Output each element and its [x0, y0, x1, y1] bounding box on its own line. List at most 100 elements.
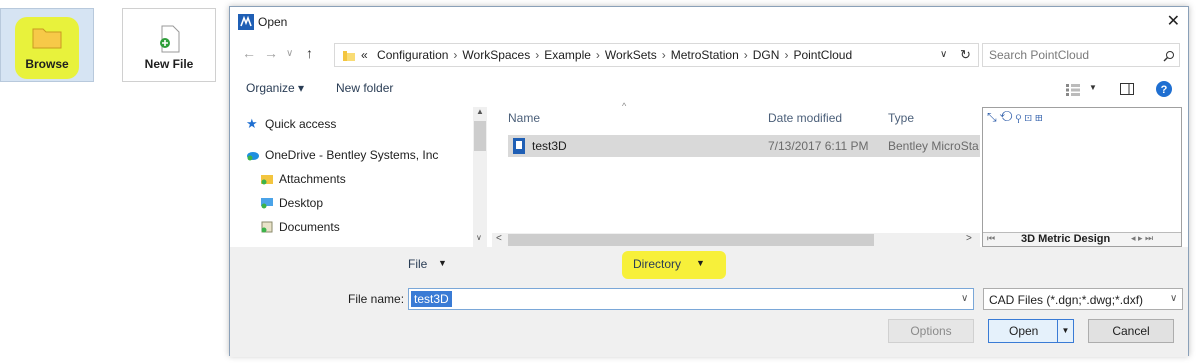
table-row[interactable]: test3D 7/13/2017 6:11 PM Bentley MicroSt…	[508, 135, 980, 157]
refresh-icon[interactable]: ↻	[960, 47, 971, 63]
search-icon[interactable]	[1163, 50, 1175, 62]
file-date: 7/13/2017 6:11 PM	[768, 139, 869, 153]
cancel-button[interactable]: Cancel	[1088, 319, 1174, 343]
column-header-type[interactable]: Type	[888, 111, 914, 125]
directory-menu-dropdown-icon[interactable]: ▼	[696, 258, 705, 268]
breadcrumb-metrostation[interactable]: MetroStation	[671, 48, 739, 62]
chevron-right-icon[interactable]: ›	[662, 48, 666, 62]
folder-icon	[261, 175, 273, 185]
desktop-icon	[261, 198, 273, 209]
breadcrumb-worksets[interactable]: WorkSets	[605, 48, 657, 62]
tab-nav-icons[interactable]: ◂ ▸ ⏭	[1131, 233, 1153, 244]
open-dialog: Open ✕ ← → ∨ ↑ « Configuration › WorkSpace…	[229, 6, 1189, 357]
chevron-right-icon[interactable]: ›	[596, 48, 600, 62]
new-folder-button[interactable]: New folder	[336, 81, 393, 95]
filename-dropdown-icon[interactable]: ∨	[961, 293, 968, 304]
scroll-up-icon[interactable]: ▲	[476, 107, 484, 116]
file-menu-dropdown-icon[interactable]: ▼	[438, 258, 447, 268]
sort-indicator-icon: ^	[622, 101, 627, 111]
chevron-right-icon[interactable]: ›	[535, 48, 539, 62]
nav-item-documents[interactable]: Documents	[260, 217, 340, 237]
breadcrumb-workspaces[interactable]: WorkSpaces	[462, 48, 530, 62]
options-button[interactable]: Options	[888, 319, 974, 343]
back-icon[interactable]: ←	[242, 45, 256, 61]
file-type: Bentley MicroSta	[888, 139, 979, 153]
microstation-icon	[238, 14, 254, 30]
directory-menu[interactable]: Directory	[633, 257, 681, 271]
options-label: Options	[910, 324, 952, 338]
new-file-icon	[160, 25, 180, 53]
file-list-scrollbar[interactable]: < >	[492, 233, 980, 247]
up-icon[interactable]: ↑	[306, 45, 313, 61]
nav-scrollbar[interactable]: ▲ ∨	[473, 107, 487, 247]
breadcrumb-pointcloud[interactable]: PointCloud	[793, 48, 852, 62]
recent-chevron-icon[interactable]: ∨	[286, 48, 293, 59]
filename-value: test3D	[411, 291, 452, 307]
first-tab-icon[interactable]: ⏮	[987, 233, 995, 244]
breadcrumb: « Configuration › WorkSpaces › Example › WorkS…	[361, 48, 852, 62]
breadcrumb-configuration[interactable]: Configuration	[377, 48, 448, 62]
open-label: Open	[1009, 324, 1039, 338]
scrollbar-thumb[interactable]	[508, 234, 874, 246]
scroll-down-icon[interactable]: ∨	[476, 233, 482, 242]
column-header-name[interactable]: Name	[508, 111, 540, 125]
open-dropdown-icon[interactable]: ▼	[1057, 320, 1073, 342]
star-icon: ★	[246, 116, 258, 131]
nav-item-label: Desktop	[279, 196, 324, 210]
toolbar: Organize ▾ New folder ▼ ?	[230, 77, 1188, 101]
title-bar: Open ✕	[230, 7, 1188, 37]
file-menu[interactable]: File	[408, 257, 427, 271]
bottom-panel: File ▼ Directory ▼ File name: test3D ∨ C…	[230, 247, 1188, 357]
open-button[interactable]: Open ▼	[988, 319, 1074, 343]
preview-toolbar-icons[interactable]: ⤡⟲⚲⊡⊞	[987, 110, 1046, 125]
dgn-file-icon	[513, 138, 525, 154]
onedrive-icon	[247, 152, 259, 161]
address-dropdown-icon[interactable]: ∨	[940, 49, 947, 60]
preview-tab-bar: ⏮ 3D Metric Design ◂ ▸ ⏭	[983, 232, 1181, 246]
filter-value: CAD Files (*.dgn;*.dwg;*.dxf)	[989, 293, 1144, 307]
scroll-left-icon[interactable]: <	[496, 233, 502, 244]
dialog-title: Open	[258, 15, 288, 29]
file-type-filter[interactable]: CAD Files (*.dgn;*.dwg;*.dxf) ∨	[983, 288, 1183, 310]
help-icon[interactable]: ?	[1156, 81, 1172, 97]
nav-item-quick-access[interactable]: ★ Quick access	[246, 114, 336, 134]
view-dropdown-icon[interactable]: ▼	[1089, 83, 1097, 92]
folder-icon	[32, 28, 62, 49]
filter-dropdown-icon[interactable]: ∨	[1170, 293, 1177, 304]
nav-item-onedrive[interactable]: OneDrive - Bentley Systems, Inc	[246, 145, 438, 165]
nav-item-label: OneDrive - Bentley Systems, Inc	[265, 148, 439, 162]
search-placeholder: Search PointCloud	[989, 48, 1090, 62]
nav-item-attachments[interactable]: Attachments	[260, 169, 346, 189]
close-icon[interactable]: ✕	[1167, 11, 1180, 31]
chevron-right-icon[interactable]: ›	[784, 48, 788, 62]
filename-input[interactable]: test3D ∨	[408, 288, 974, 310]
breadcrumb-overflow[interactable]: «	[361, 48, 368, 62]
folder-icon	[343, 51, 355, 61]
address-bar[interactable]: « Configuration › WorkSpaces › Example › WorkS…	[334, 43, 979, 67]
chevron-right-icon[interactable]: ›	[744, 48, 748, 62]
preview-pane: ⤡⟲⚲⊡⊞ ⏮ 3D Metric Design ◂ ▸ ⏭	[982, 107, 1182, 247]
browse-tile[interactable]: Browse	[0, 8, 94, 82]
forward-icon[interactable]: →	[264, 45, 278, 61]
browse-label: Browse	[25, 57, 69, 71]
new-file-tile[interactable]: New File	[122, 8, 216, 82]
svg-text:?: ?	[1161, 84, 1168, 96]
scroll-right-icon[interactable]: >	[966, 233, 972, 244]
nav-item-label: Documents	[279, 220, 340, 234]
nav-item-label: Attachments	[279, 172, 346, 186]
column-header-date[interactable]: Date modified	[768, 111, 842, 125]
preview-pane-icon[interactable]	[1120, 83, 1134, 95]
view-options-icon[interactable]	[1066, 84, 1080, 96]
organize-button[interactable]: Organize ▾	[246, 81, 304, 95]
scrollbar-thumb[interactable]	[474, 121, 486, 151]
nav-item-label: Quick access	[265, 117, 337, 131]
chevron-right-icon[interactable]: ›	[453, 48, 457, 62]
preview-tab[interactable]: 3D Metric Design	[1021, 233, 1110, 245]
breadcrumb-dgn[interactable]: DGN	[753, 48, 780, 62]
breadcrumb-example[interactable]: Example	[544, 48, 591, 62]
search-input[interactable]: Search PointCloud	[982, 43, 1180, 67]
file-list: ^ Name Date modified Type test3D 7/13/20…	[496, 101, 980, 235]
cancel-label: Cancel	[1112, 324, 1150, 338]
file-name: test3D	[532, 139, 567, 153]
nav-item-desktop[interactable]: Desktop	[260, 193, 323, 213]
